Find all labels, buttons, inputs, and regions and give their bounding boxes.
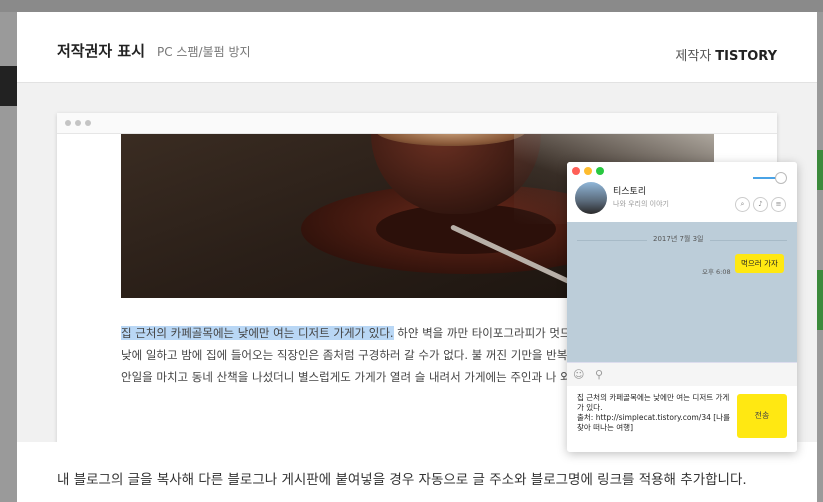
avatar [575, 182, 607, 214]
footer-description: 내 블로그의 글을 복사해 다른 블로그나 게시판에 붙여넣을 경우 자동으로 … [57, 472, 747, 488]
maker-credit: 제작자 TISTORY [675, 45, 777, 64]
window-dot-icon [65, 120, 71, 126]
maker-label: 제작자 [675, 49, 712, 64]
send-button[interactable]: 전송 [737, 394, 787, 438]
background-green-strip [817, 150, 823, 190]
date-label: 2017년 7월 3일 [647, 234, 710, 244]
chat-room-name: 티스토리 [613, 187, 647, 197]
chat-room-status: 나와 우리의 이야기 [613, 200, 669, 208]
search-icon[interactable]: ⌕ [735, 197, 750, 212]
maker-name: TISTORY [715, 49, 777, 64]
emoticon-icon[interactable]: ☺ [573, 368, 584, 381]
message-input[interactable]: 집 근처의 카페골목에는 낮에만 여는 디저트 가게가 있다. 출처: http… [567, 386, 797, 452]
modal-header: 저작권자 표시 PC 스팸/불펌 방지 제작자 TISTORY [17, 12, 817, 83]
message-time: 오후 6:08 [702, 268, 731, 276]
attach-icon[interactable]: ⚲ [595, 368, 603, 381]
browser-titlebar [57, 113, 777, 134]
modal-title: 저작권자 표시 [57, 42, 146, 60]
message-input-text[interactable]: 집 근처의 카페골목에는 낮에만 여는 디저트 가게가 있다. 출처: http… [577, 393, 735, 433]
message-bubble: 먹으러 가자 [735, 254, 784, 273]
background-dark-strip [0, 66, 17, 106]
close-icon[interactable] [572, 167, 580, 175]
bell-icon[interactable]: ♪ [753, 197, 768, 212]
messenger-window: 티스토리 나와 우리의 이야기 ⌕ ♪ ≡ 2017년 7월 3일 오후 6:0… [567, 162, 797, 452]
selected-text: 집 근처의 카페골목에는 낮에만 여는 디저트 가게가 있다. [121, 326, 394, 340]
chat-header: 티스토리 나와 우리의 이야기 ⌕ ♪ ≡ [567, 162, 797, 223]
chat-messages: 2017년 7월 3일 오후 6:08 먹으러 가자 [567, 222, 797, 362]
window-dot-icon [75, 120, 81, 126]
maximize-icon[interactable] [596, 167, 604, 175]
minimize-icon[interactable] [584, 167, 592, 175]
background-topbar [0, 0, 823, 12]
background-green-strip [817, 270, 823, 330]
modal-subtitle: PC 스팸/불펌 방지 [157, 45, 251, 59]
window-dot-icon [85, 120, 91, 126]
chat-toolbar: ☺ ⚲ [567, 362, 797, 387]
menu-icon[interactable]: ≡ [771, 197, 786, 212]
opacity-slider-knob[interactable] [775, 172, 787, 184]
